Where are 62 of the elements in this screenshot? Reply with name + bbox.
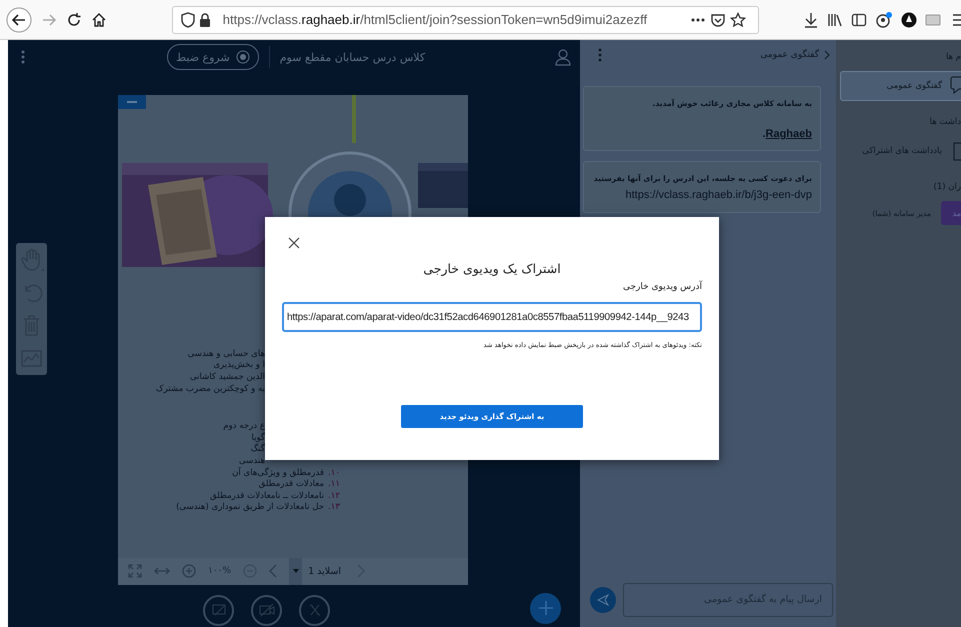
user-avatar: مد (941, 201, 961, 225)
lock-icon (198, 12, 211, 26)
send-button[interactable] (590, 586, 616, 612)
caret-icon (292, 569, 299, 574)
star-icon[interactable] (730, 12, 746, 28)
camera-off-button[interactable] (251, 594, 282, 626)
slide-text-line: گنگ (250, 444, 265, 456)
home-button[interactable] (91, 12, 107, 28)
zoom-in-icon[interactable] (182, 564, 196, 578)
pocket-icon[interactable] (710, 12, 726, 28)
library-icon[interactable] (827, 12, 843, 28)
sidebar-item[interactable]: گفتگوی عمومی (840, 71, 961, 101)
slide-number: اسلاید 1 (308, 566, 342, 577)
more-options-icon[interactable] (598, 48, 602, 62)
minus-icon (127, 100, 137, 103)
extension-icon[interactable] (901, 12, 917, 28)
slide-text-line: ۱۲. نامعادلات ــ نامعادلات قدرمطلق (208, 490, 340, 502)
slide-dropdown[interactable] (289, 558, 302, 585)
slide-text-line: هندسی (238, 456, 265, 467)
previous-slide-icon[interactable] (269, 564, 278, 578)
close-button[interactable] (287, 237, 301, 251)
download-icon[interactable] (803, 12, 819, 28)
slide-text-line: ۱۰. قدرمطلق و ویژگی‌های آن (231, 468, 340, 480)
address-bar[interactable]: https://vclass.raghaeb.ir/html5client/join?sessionToken=wn5d9imui2azezff (172, 6, 759, 34)
forward-button[interactable] (41, 12, 57, 28)
session-title: کلاس درس حسابان مقطع سوم (280, 50, 426, 64)
video-url-field[interactable]: https://aparat.com/aparat-video/dc31f52acd646901281a0c8557fbaa5119909942-144p__9243 (282, 302, 702, 332)
slide-text-line: ۱۳. حل نامعادلات از طریق نموداری (هندسی) (175, 502, 340, 514)
message-link[interactable]: Raghaeb (766, 128, 812, 140)
send-icon (597, 594, 609, 606)
back-button[interactable] (6, 6, 32, 32)
plus-icon (538, 601, 552, 616)
more-options-icon[interactable] (20, 49, 26, 66)
chat-title: گفتگوی عمومی (759, 50, 819, 60)
slide-text-line: الدین جمشید کاشانی (188, 372, 265, 384)
minimize-button[interactable] (118, 94, 146, 109)
slide-text-line: یه و کوچکترین مضرب مشترک (154, 384, 265, 396)
shield-icon (180, 12, 195, 28)
add-button[interactable] (530, 592, 561, 624)
fit-width-icon[interactable] (154, 566, 170, 576)
close-icon (288, 237, 300, 249)
reload-button[interactable] (66, 12, 82, 28)
user-icon[interactable] (554, 48, 572, 66)
back-chevron-icon[interactable] (824, 50, 830, 60)
slide-text-line: ع درجه دوم (222, 421, 265, 432)
slide-text-line: های حسابی و هندسی (186, 348, 265, 360)
slide-text-line: گویا (250, 432, 265, 443)
field-label: آدرس ویدیوی خارجی (622, 282, 702, 292)
zoom-level: ۱۰۰% (208, 566, 232, 576)
message-text: . (762, 128, 766, 140)
account-icon[interactable] (875, 12, 893, 28)
fullscreen-icon[interactable] (128, 564, 142, 578)
record-icon (236, 50, 250, 64)
record-button[interactable]: شروع ضبط (166, 44, 259, 70)
camera-off-icon (258, 602, 274, 618)
slide-text-line: ۱۱. معادلات قدرمطلق (258, 479, 340, 491)
sidebar-icon[interactable] (851, 12, 867, 28)
microphone-off-button[interactable] (299, 594, 330, 626)
slide-text-line: ا و بخش‌پذیری (212, 360, 265, 372)
screen-share-button[interactable] (203, 594, 234, 626)
message-link-text: https://vclass.raghaeb.ir/b/j3g-een-dvp (624, 189, 812, 202)
dialog-title: اشتراک یک ویدیوی خارجی (422, 261, 562, 276)
